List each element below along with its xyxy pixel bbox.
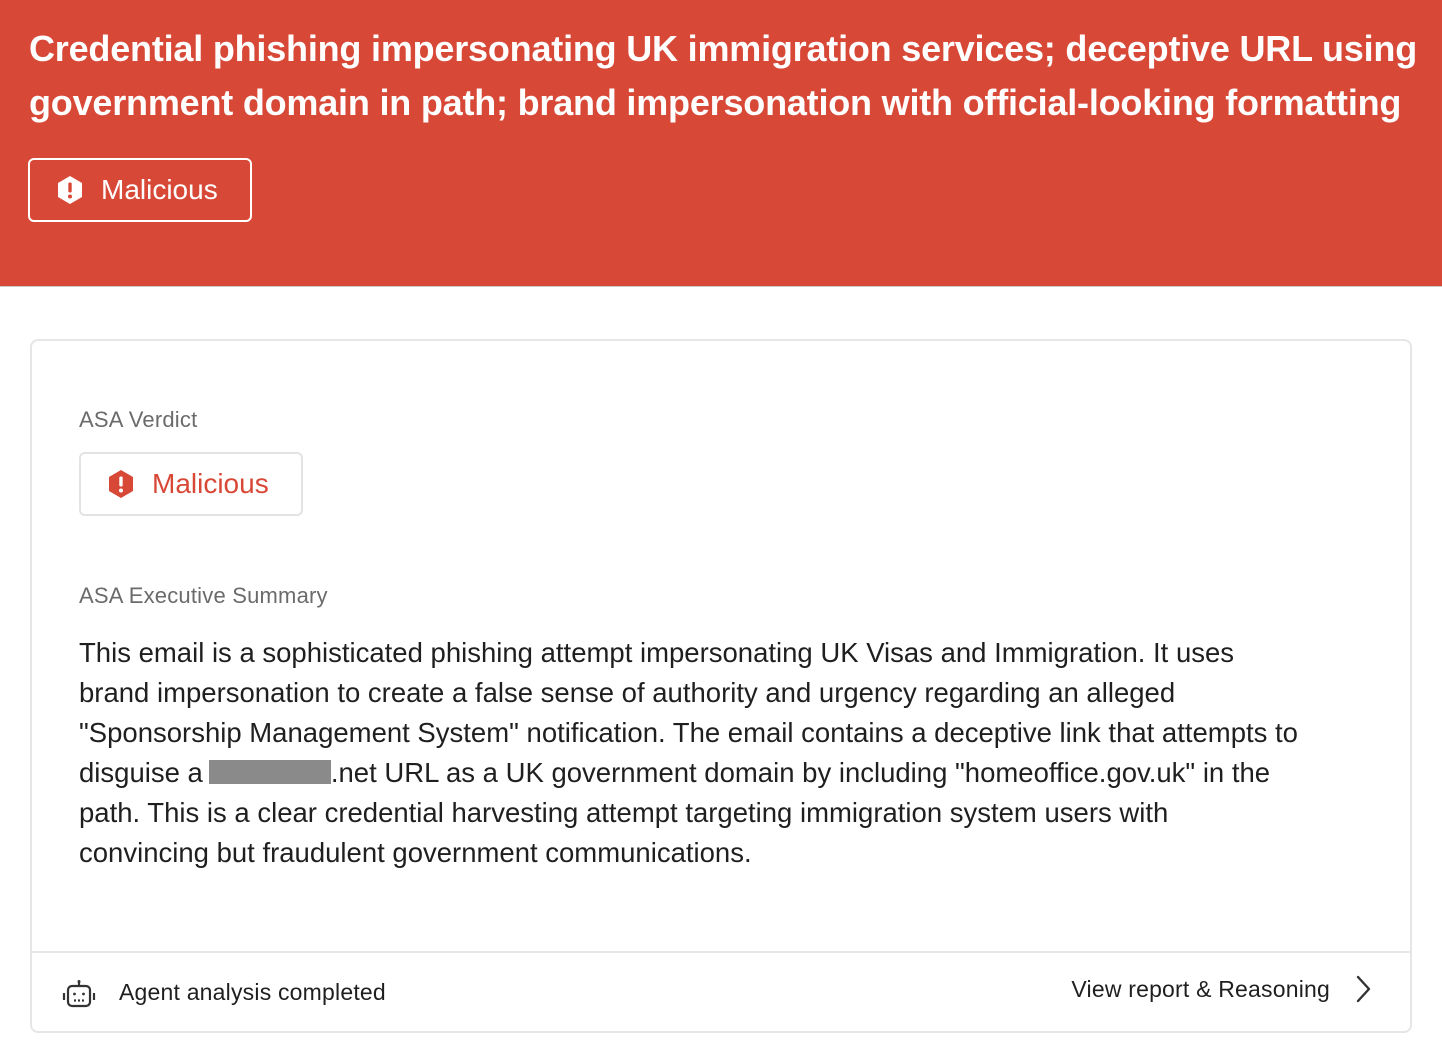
robot-icon: [62, 979, 96, 1009]
executive-summary: This email is a sophisticated phishing a…: [79, 633, 1299, 873]
card-footer: Agent analysis completed View report & R…: [32, 951, 1410, 1033]
analysis-status: Agent analysis completed: [119, 979, 386, 1005]
summary-section-label: ASA Executive Summary: [79, 583, 328, 608]
verdict-card: ASA Verdict Malicious ASA Executive Summ…: [30, 339, 1412, 1033]
verdict-badge: Malicious: [79, 452, 303, 516]
verdict-value: Malicious: [152, 468, 269, 499]
view-report-label: View report & Reasoning: [1071, 975, 1330, 1002]
alert-header: Credential phishing impersonating UK imm…: [0, 0, 1442, 287]
alert-title: Credential phishing impersonating UK imm…: [29, 28, 1418, 123]
header-verdict-badge: Malicious: [28, 158, 252, 222]
header-verdict-label: Malicious: [101, 174, 218, 205]
alert-hexagon-icon: [106, 469, 136, 499]
alert-hexagon-icon: [55, 175, 85, 205]
chevron-right-icon: [1352, 973, 1374, 1005]
verdict-section-label: ASA Verdict: [79, 407, 198, 432]
redacted-block: [208, 760, 331, 784]
view-report-link[interactable]: View report & Reasoning: [1071, 973, 1374, 1005]
